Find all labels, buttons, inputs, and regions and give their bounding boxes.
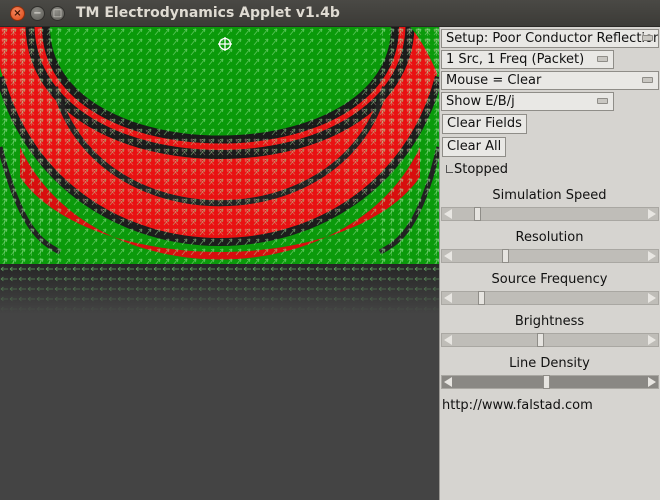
source-select-value: 1 Src, 1 Freq (Packet): [446, 52, 585, 67]
maximize-window-button[interactable]: □: [50, 6, 65, 21]
scroll-left-icon[interactable]: [444, 377, 452, 387]
minimize-window-button[interactable]: −: [30, 6, 45, 21]
scroll-right-icon[interactable]: [648, 251, 656, 261]
source-select[interactable]: 1 Src, 1 Freq (Packet): [441, 50, 614, 69]
simulation-speed-slider[interactable]: [441, 207, 659, 221]
mouse-mode-value: Mouse = Clear: [446, 73, 542, 88]
slider-thumb[interactable]: [542, 375, 550, 389]
source-frequency-label: Source Frequency: [491, 272, 608, 287]
slider-thumb[interactable]: [537, 333, 545, 347]
simulation-canvas[interactable]: [0, 27, 439, 500]
window-titlebar[interactable]: × − □ TM Electrodynamics Applet v1.4b: [0, 0, 660, 27]
mouse-mode-select[interactable]: Mouse = Clear: [441, 71, 659, 90]
scroll-left-icon[interactable]: [444, 335, 452, 345]
chevron-down-icon: [642, 77, 653, 83]
slider-thumb[interactable]: [502, 249, 510, 263]
line-density-label: Line Density: [509, 356, 590, 371]
resolution-slider[interactable]: [441, 249, 659, 263]
setup-select[interactable]: Setup: Poor Conductor Reflection: [441, 29, 659, 48]
scroll-left-icon[interactable]: [444, 209, 452, 219]
clear-fields-button[interactable]: Clear Fields: [442, 114, 527, 134]
control-panel: Setup: Poor Conductor Reflection 1 Src, …: [439, 27, 660, 500]
field-visualization: [0, 27, 439, 264]
crosshair-icon: [218, 37, 232, 51]
slider-thumb[interactable]: [474, 207, 482, 221]
brightness-label: Brightness: [514, 314, 585, 329]
scroll-right-icon[interactable]: [648, 335, 656, 345]
chevron-down-icon: [597, 98, 608, 104]
brightness-slider[interactable]: [441, 333, 659, 347]
setup-select-value: Setup: Poor Conductor Reflection: [446, 31, 659, 46]
chevron-down-icon: [642, 35, 653, 41]
show-select-value: Show E/B/j: [446, 94, 515, 109]
field-reflection: [0, 264, 439, 314]
show-select[interactable]: Show E/B/j: [441, 92, 614, 111]
stopped-checkbox[interactable]: Stopped: [446, 163, 508, 177]
slider-thumb[interactable]: [478, 291, 486, 305]
scroll-right-icon[interactable]: [648, 377, 656, 387]
stopped-label: Stopped: [454, 162, 509, 177]
close-window-button[interactable]: ×: [10, 6, 25, 21]
scroll-left-icon[interactable]: [444, 251, 452, 261]
checkbox-box[interactable]: [446, 165, 453, 173]
scroll-right-icon[interactable]: [648, 293, 656, 303]
scroll-right-icon[interactable]: [648, 209, 656, 219]
window-title: TM Electrodynamics Applet v1.4b: [76, 5, 340, 21]
simulation-speed-label: Simulation Speed: [492, 188, 607, 203]
chevron-down-icon: [597, 56, 608, 62]
line-density-slider[interactable]: [441, 375, 659, 389]
falstad-url-link[interactable]: http://www.falstad.com: [442, 398, 593, 413]
resolution-label: Resolution: [515, 230, 584, 245]
source-frequency-slider[interactable]: [441, 291, 659, 305]
scroll-left-icon[interactable]: [444, 293, 452, 303]
clear-all-button[interactable]: Clear All: [442, 137, 507, 157]
